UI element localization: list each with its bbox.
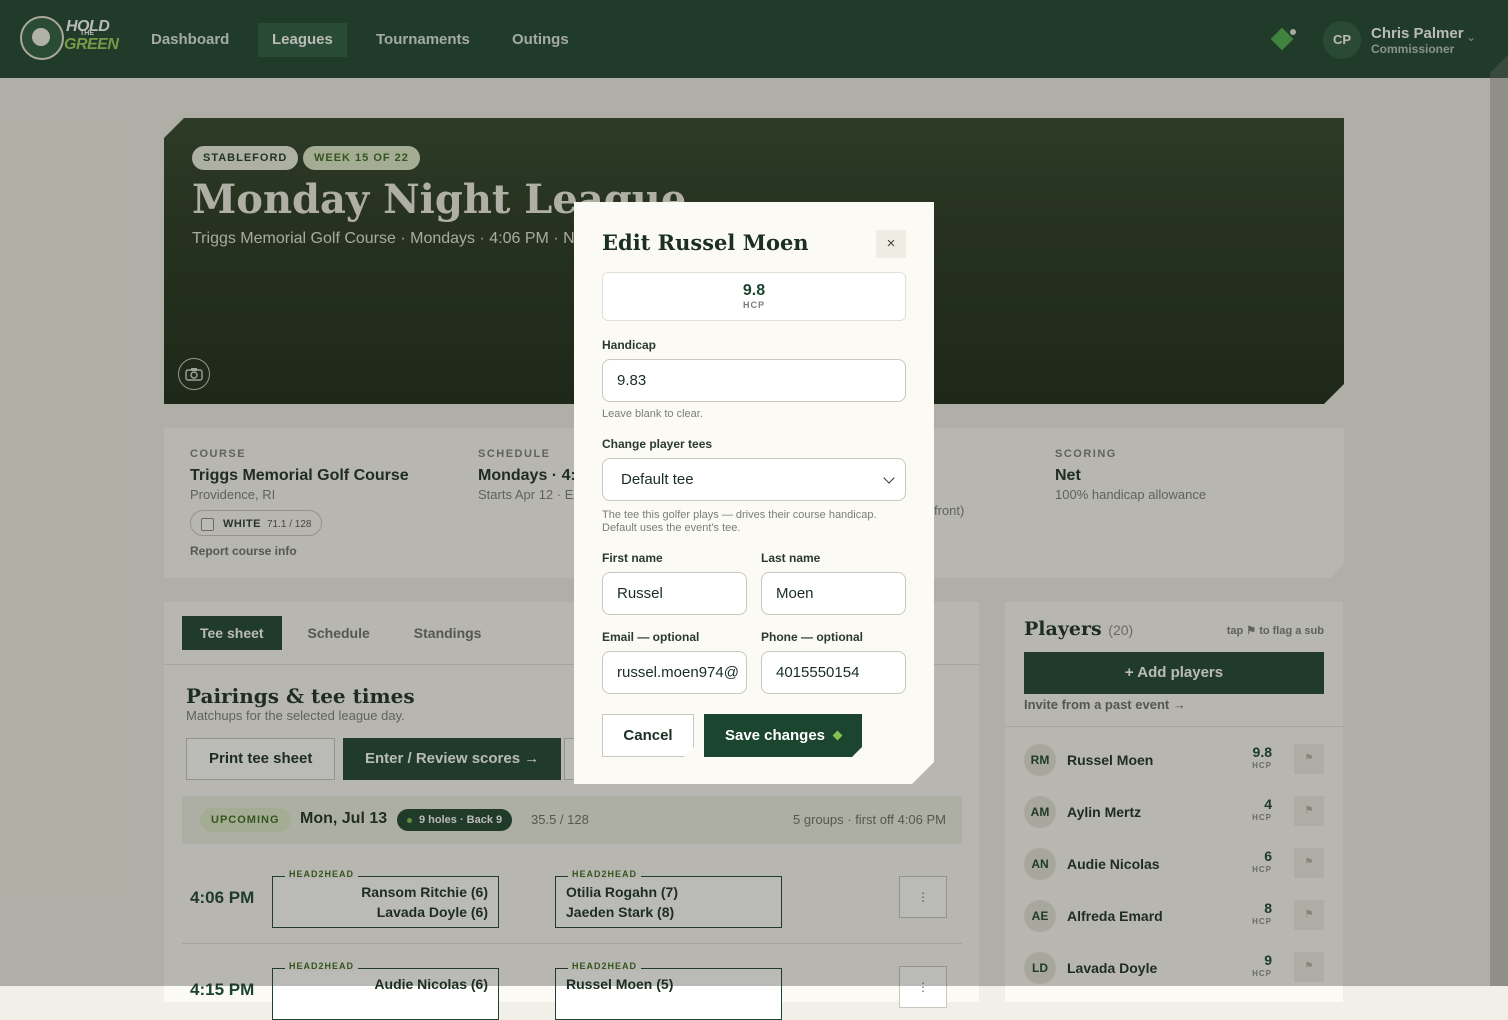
save-changes-button[interactable]: Save changes <box>704 714 862 757</box>
first-name-input[interactable]: Russel <box>602 572 747 615</box>
cancel-button[interactable]: Cancel <box>602 714 694 757</box>
chevron-down-icon <box>883 472 894 483</box>
email-label: Email — optional <box>602 630 700 644</box>
email-input[interactable]: russel.moen974@ <box>602 651 747 694</box>
tees-selected-value: Default tee <box>621 471 694 488</box>
first-name-label: First name <box>602 551 663 565</box>
last-name-label: Last name <box>761 551 821 565</box>
modal-title: Edit Russel Moen <box>602 230 809 255</box>
hcp-label: HCP <box>742 300 765 310</box>
hcp-summary: 9.8 HCP <box>602 272 906 321</box>
save-label: Save changes <box>724 727 826 744</box>
last-name-input[interactable]: Moen <box>761 572 906 615</box>
edit-player-modal: Edit Russel Moen × 9.8 HCP Handicap 9.83… <box>574 202 934 784</box>
close-icon[interactable]: × <box>876 230 906 258</box>
phone-label: Phone — optional <box>761 630 863 644</box>
handicap-hint: Leave blank to clear. <box>602 408 703 420</box>
tees-select[interactable]: Default tee <box>602 458 906 501</box>
tees-label: Change player tees <box>602 437 713 451</box>
handicap-label: Handicap <box>602 338 657 352</box>
gem-icon <box>833 731 843 741</box>
phone-input[interactable]: 4015550154 <box>761 651 906 694</box>
hcp-value: 9.8 <box>742 282 766 299</box>
tees-hint: The tee this golfer plays — drives their… <box>602 509 877 534</box>
handicap-input[interactable]: 9.83 <box>602 359 906 402</box>
